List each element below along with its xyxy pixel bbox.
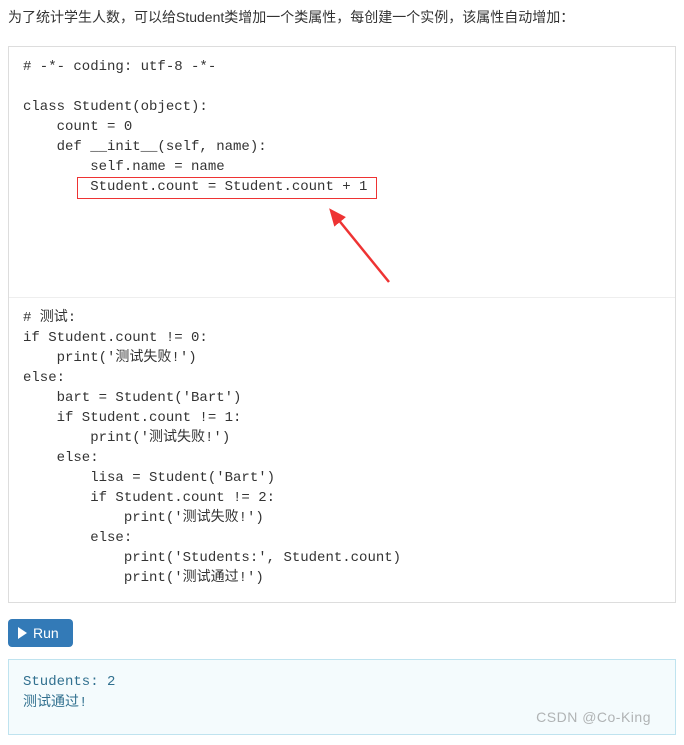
- code-panel: # -*- coding: utf-8 -*- class Student(ob…: [8, 46, 676, 603]
- run-button-label: Run: [33, 625, 59, 641]
- code-block-1: # -*- coding: utf-8 -*- class Student(ob…: [23, 57, 661, 197]
- run-button[interactable]: Run: [8, 619, 73, 647]
- code-editor-top[interactable]: # -*- coding: utf-8 -*- class Student(ob…: [9, 47, 675, 298]
- intro-paragraph: 为了统计学生人数，可以给Student类增加一个类属性，每创建一个实例，该属性自…: [8, 6, 676, 30]
- code-editor-bottom: # 测试: if Student.count != 0: print('测试失败…: [9, 298, 675, 602]
- output-line: Students: 2: [23, 672, 661, 693]
- output-panel: Students: 2 测试通过! CSDN @Co-King: [8, 659, 676, 735]
- play-icon: [18, 627, 27, 639]
- output-line: 测试通过!: [23, 693, 661, 714]
- code-block-2: # 测试: if Student.count != 0: print('测试失败…: [23, 308, 661, 588]
